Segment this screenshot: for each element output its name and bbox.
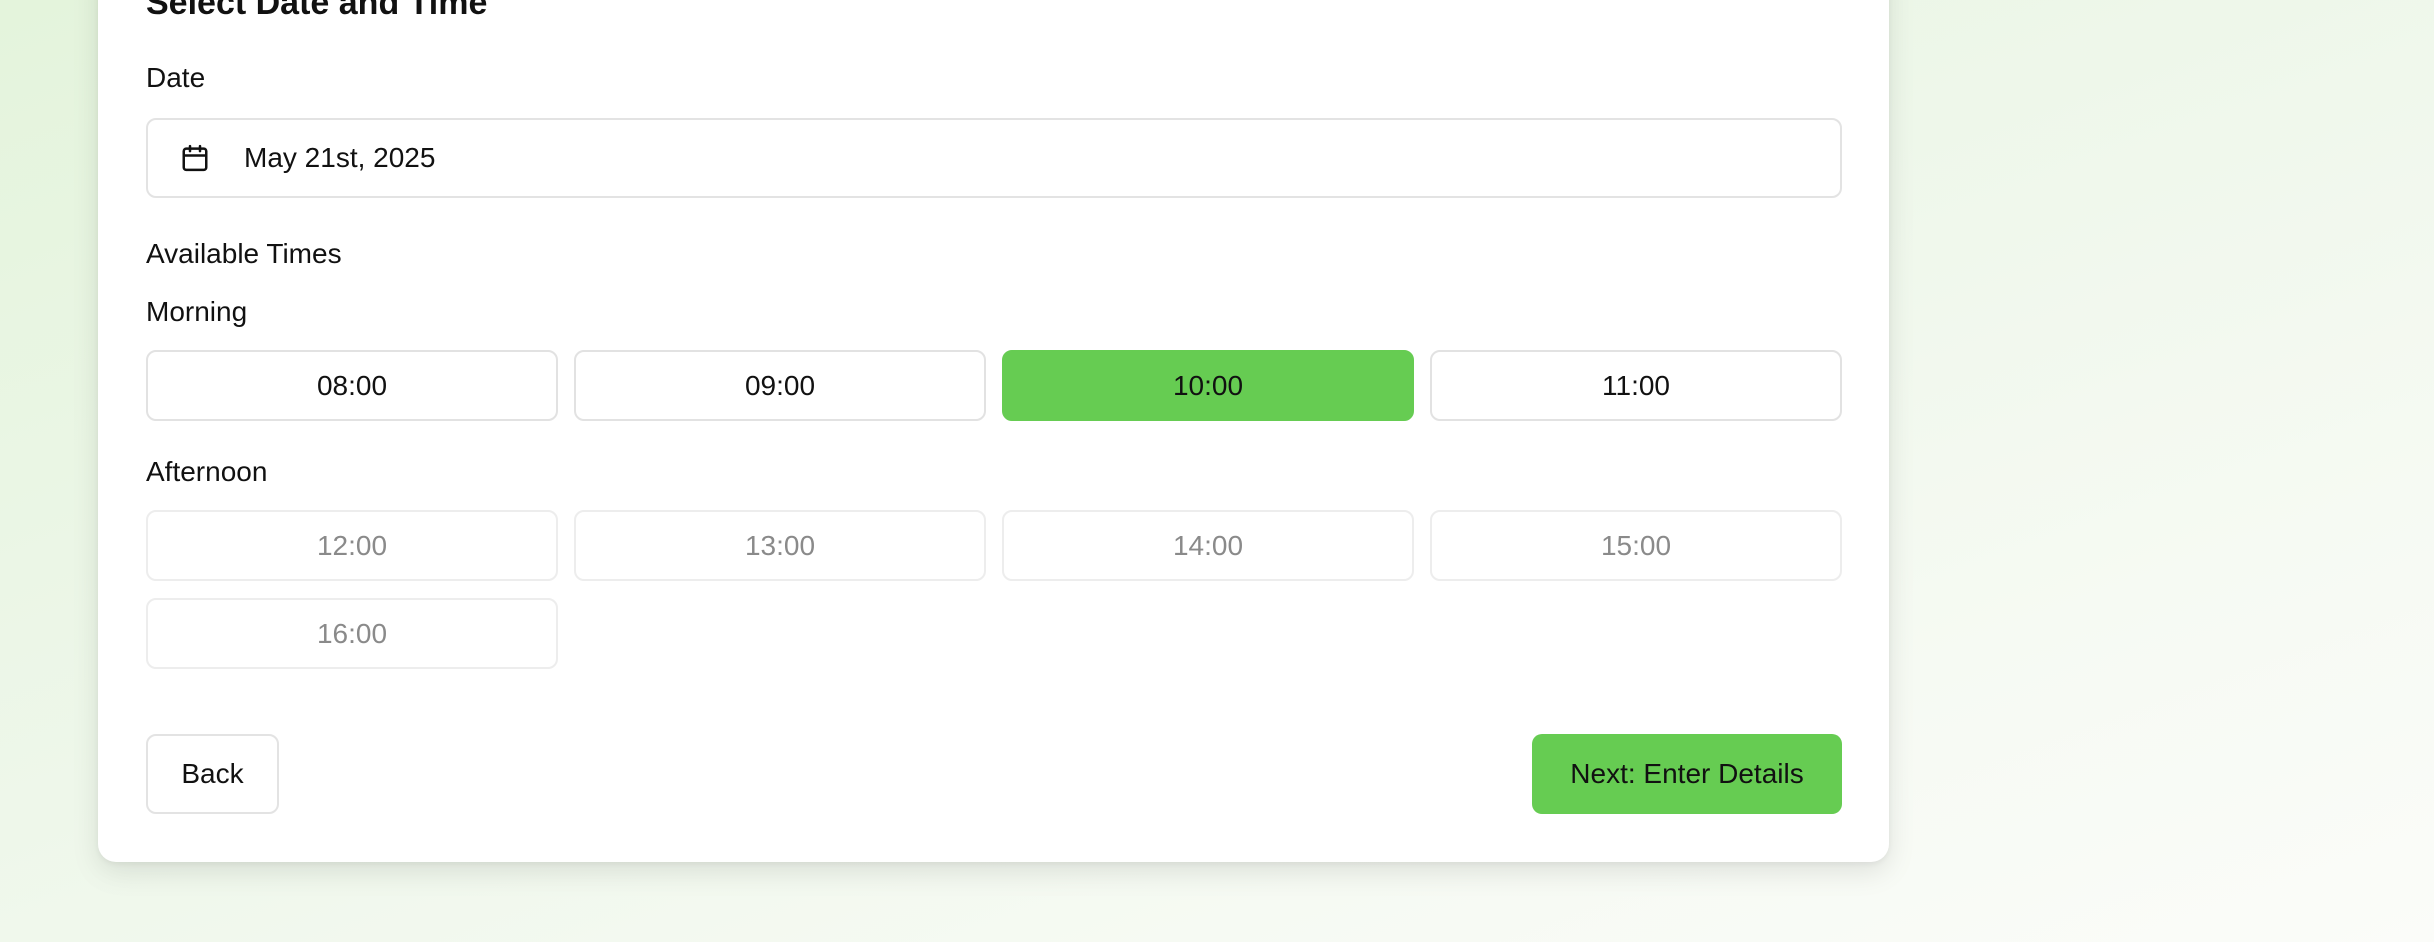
date-picker-field[interactable]: May 21st, 2025 bbox=[146, 118, 1842, 198]
time-slot-1000[interactable]: 10:00 bbox=[1002, 350, 1414, 421]
time-slot-1200: 12:00 bbox=[146, 510, 558, 581]
time-slot-1100[interactable]: 11:00 bbox=[1430, 350, 1842, 421]
next-enter-details-button[interactable]: Next: Enter Details bbox=[1532, 734, 1842, 814]
section-title: Select Date and Time bbox=[146, 0, 488, 22]
time-slot-1400: 14:00 bbox=[1002, 510, 1414, 581]
calendar-icon bbox=[180, 143, 210, 173]
time-slot-1500: 15:00 bbox=[1430, 510, 1842, 581]
afternoon-label: Afternoon bbox=[146, 456, 268, 487]
available-times-label: Available Times bbox=[146, 238, 342, 269]
back-button[interactable]: Back bbox=[146, 734, 279, 814]
morning-label: Morning bbox=[146, 296, 248, 327]
date-value: May 21st, 2025 bbox=[244, 142, 436, 173]
time-slot-1600: 16:00 bbox=[146, 598, 558, 669]
time-slot-1300: 13:00 bbox=[574, 510, 986, 581]
time-slot-0800[interactable]: 08:00 bbox=[146, 350, 558, 421]
time-slot-0900[interactable]: 09:00 bbox=[574, 350, 986, 421]
date-label: Date bbox=[146, 62, 206, 93]
